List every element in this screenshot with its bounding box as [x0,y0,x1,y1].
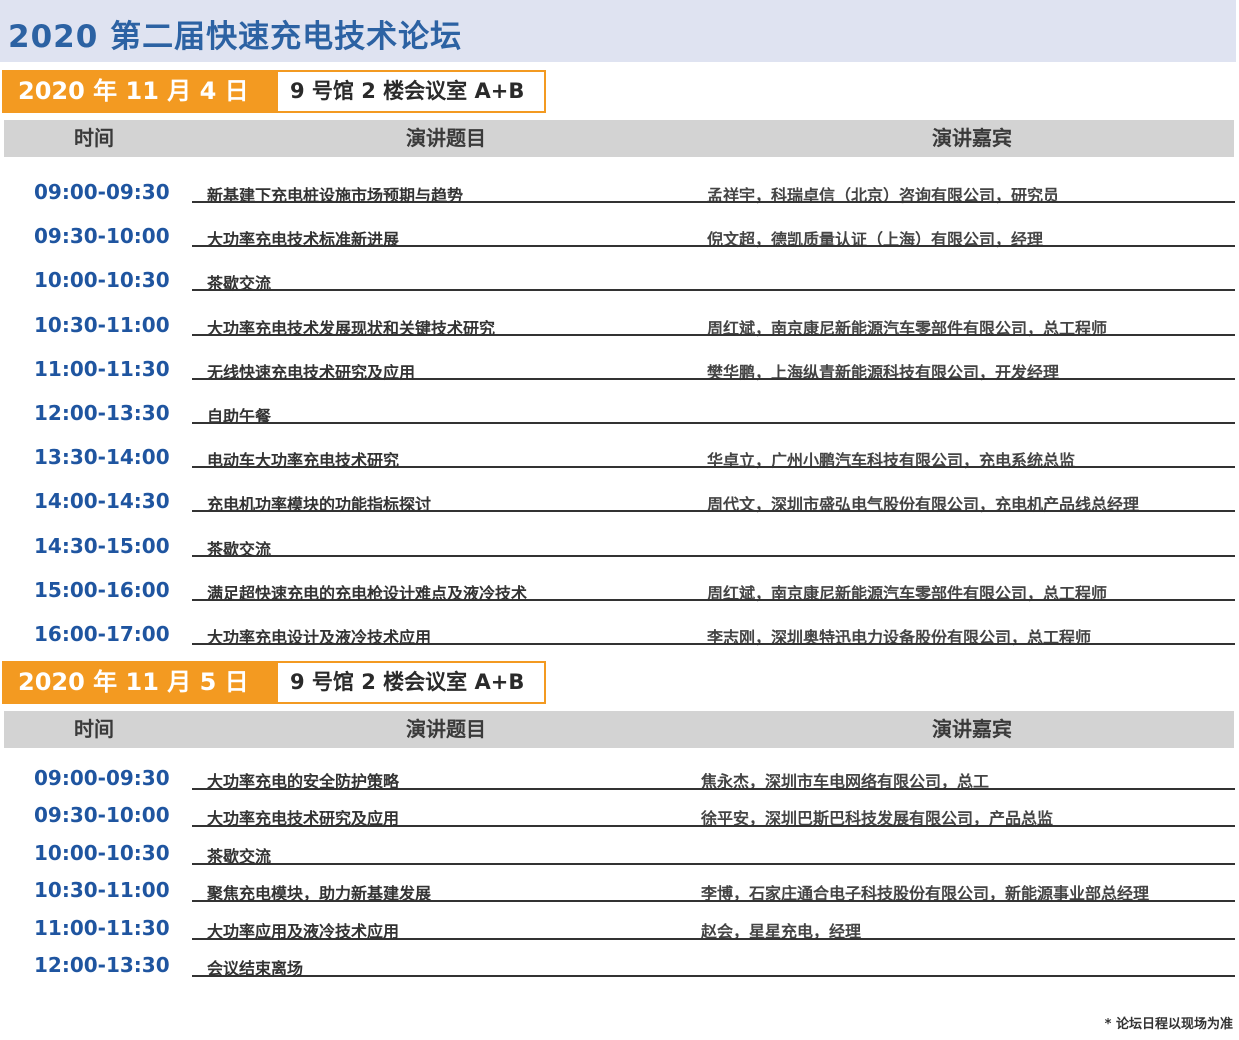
session-time: 09:00-09:30 [34,180,170,204]
footnote: * 论坛日程以现场为准 [1104,1017,1233,1032]
header-time: 时间 [74,717,114,741]
session-time: 11:00-11:30 [34,356,170,381]
table-header: 时间 演讲题目 演讲嘉宾 [4,120,1234,157]
title-bar: 2020 第二届快速充电技术论坛 [0,0,1236,62]
session-time: 11:00-11:30 [34,915,170,940]
date-badge: 2020 年 11 月 5 日 [2,661,276,704]
row-divider [192,788,1235,790]
date-badge: 2020 年 11 月 4 日 [2,70,276,113]
session-time: 09:30-10:00 [34,803,170,828]
header-topic: 演讲题目 [406,717,486,741]
header-time: 时间 [74,126,114,150]
row-divider [192,975,1235,977]
session-time: 16:00-17:00 [34,622,170,646]
row-divider [192,333,1235,336]
row-divider [192,510,1235,513]
header-topic: 演讲题目 [406,126,486,150]
header-speaker: 演讲嘉宾 [932,126,1012,150]
row-divider [192,377,1235,380]
session-time: 10:00-10:30 [34,268,170,293]
row-divider [192,825,1235,828]
row-divider [192,862,1235,865]
row-divider [192,643,1235,645]
session-time: 12:00-13:30 [34,401,170,425]
session-time: 09:00-09:30 [34,766,170,790]
table-header: 时间 演讲题目 演讲嘉宾 [4,711,1234,748]
row-divider [192,937,1235,940]
session-time: 15:00-16:00 [34,577,170,602]
row-divider [192,201,1235,203]
session-time: 12:00-13:30 [34,953,170,977]
row-divider [192,554,1235,557]
venue-badge: 9 号馆 2 楼会议室 A+B [276,70,546,113]
row-divider [192,289,1235,292]
header-speaker: 演讲嘉宾 [932,717,1012,741]
row-divider [192,598,1235,601]
row-divider [192,245,1235,248]
session-time: 14:00-14:30 [34,489,170,514]
row-divider [192,900,1235,903]
row-divider [192,422,1235,424]
session-time: 13:30-14:00 [34,445,170,470]
session-time: 10:30-11:00 [34,878,170,903]
session-time: 10:00-10:30 [34,840,170,865]
session-time: 14:30-15:00 [34,533,170,558]
session-time: 09:30-10:00 [34,224,170,249]
session-time: 10:30-11:00 [34,312,170,337]
page-title: 2020 第二届快速充电技术论坛 [8,19,463,55]
row-divider [192,466,1235,469]
venue-badge: 9 号馆 2 楼会议室 A+B [276,661,546,704]
